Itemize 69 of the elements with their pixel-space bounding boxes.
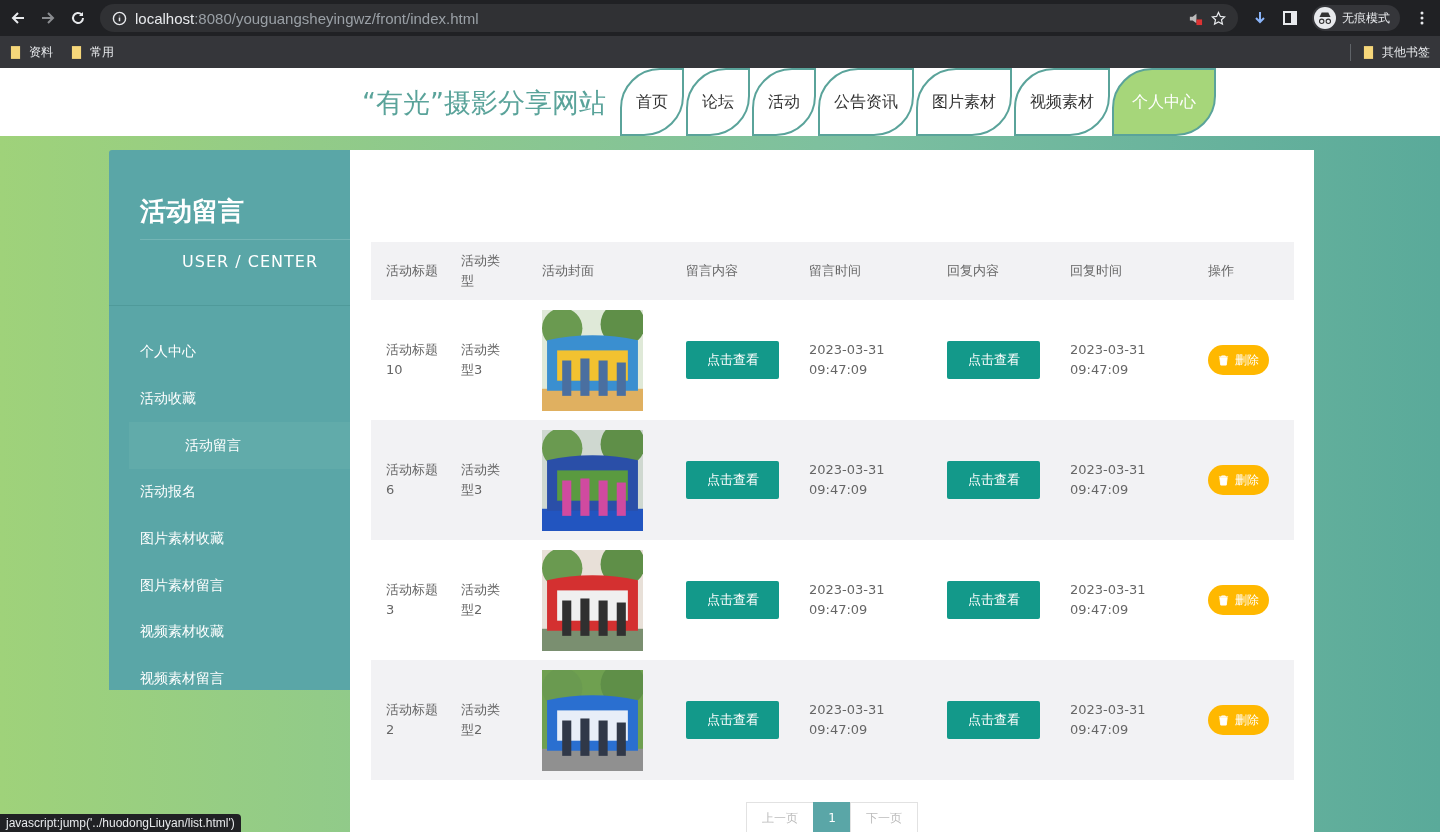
table-cell-text: 活动类型2 <box>460 581 501 619</box>
view-button[interactable]: 点击查看 <box>947 701 1040 739</box>
trash-icon <box>1218 354 1229 366</box>
table-cell-text: 2023-03-31 09:47:09 <box>808 581 886 619</box>
folder-icon <box>71 44 82 60</box>
view-button[interactable]: 点击查看 <box>686 461 779 499</box>
view-button[interactable]: 点击查看 <box>686 701 779 739</box>
address-bar[interactable]: localhost:8080/youguangsheyingwz/front/index.html <box>100 4 1238 32</box>
incognito-icon <box>1314 7 1336 29</box>
column-header: 回复时间 <box>1069 262 1123 280</box>
reload-icon[interactable] <box>70 10 86 26</box>
column-header: 留言时间 <box>808 262 862 280</box>
folder-icon <box>1363 44 1374 60</box>
nav-tab[interactable]: 视频素材 <box>1014 68 1110 136</box>
table-cell-text: 2023-03-31 09:47:09 <box>1069 581 1147 619</box>
column-header: 回复内容 <box>946 262 1000 280</box>
folder-icon <box>10 44 21 60</box>
page-button[interactable]: 1 <box>813 802 851 832</box>
star-icon[interactable] <box>1211 10 1226 26</box>
table-cell-text: 活动标题10 <box>385 341 439 379</box>
url-text: localhost:8080/youguangsheyingwz/front/index.html <box>135 9 479 27</box>
bookmark-folder[interactable]: 资料 <box>10 43 53 61</box>
view-button[interactable]: 点击查看 <box>947 581 1040 619</box>
sidebar-item[interactable]: 视频素材留言 <box>109 655 350 703</box>
bookmark-folder[interactable]: 常用 <box>71 43 114 61</box>
sidebar-item[interactable]: 活动收藏 <box>109 375 350 423</box>
trash-icon <box>1218 474 1229 486</box>
view-button[interactable]: 点击查看 <box>947 461 1040 499</box>
info-icon <box>112 10 127 26</box>
table-cell-text: 2023-03-31 09:47:09 <box>1069 701 1147 739</box>
table-cell-text: 活动标题6 <box>385 461 439 499</box>
table-cell-text: 活动类型3 <box>460 341 501 379</box>
nav-tab[interactable]: 公告资讯 <box>818 68 914 136</box>
trash-icon <box>1218 594 1229 606</box>
table-cell-text: 2023-03-31 09:47:09 <box>808 341 886 379</box>
table-cell-text: 2023-03-31 09:47:09 <box>808 701 886 739</box>
sidebar-item[interactable]: 活动报名 <box>109 469 350 516</box>
forward-icon[interactable] <box>40 10 56 26</box>
side-panel-icon[interactable] <box>1282 10 1298 26</box>
back-icon[interactable] <box>10 10 26 26</box>
nav-tab[interactable]: 活动 <box>752 68 816 136</box>
view-button[interactable]: 点击查看 <box>947 341 1040 379</box>
table-cell-text: 2023-03-31 09:47:09 <box>1069 461 1147 499</box>
column-header: 留言内容 <box>685 262 739 280</box>
column-header: 活动标题 <box>385 262 439 280</box>
download-icon[interactable] <box>1252 10 1268 26</box>
column-header: 活动类型 <box>460 252 501 290</box>
table-cell-text: 活动标题2 <box>385 701 439 739</box>
sidebar-item[interactable]: 视频素材收藏 <box>109 609 350 656</box>
column-header: 活动封面 <box>541 262 595 280</box>
sidebar-item[interactable]: 图片素材留言 <box>109 562 350 610</box>
nav-tab[interactable]: 首页 <box>620 68 684 136</box>
table-cell-text: 活动标题3 <box>385 581 439 619</box>
sidebar-item[interactable]: 图片素材收藏 <box>109 515 350 563</box>
table-cell-text: 2023-03-31 09:47:09 <box>808 461 886 499</box>
trash-icon <box>1218 714 1229 726</box>
site-title: “有光”摄影分享网站 <box>362 86 606 120</box>
table-cell-text: 活动类型3 <box>460 461 501 499</box>
view-button[interactable]: 点击查看 <box>686 581 779 619</box>
nav-tab[interactable]: 图片素材 <box>916 68 1012 136</box>
sidebar-item[interactable]: 活动留言 <box>129 422 350 470</box>
sidebar-item[interactable]: 个人中心 <box>109 329 350 376</box>
table-cell-text: 2023-03-31 09:47:09 <box>1069 341 1147 379</box>
nav-tab[interactable]: 论坛 <box>686 68 750 136</box>
column-header: 操作 <box>1207 262 1235 280</box>
table-cell-text: 活动类型2 <box>460 701 501 739</box>
view-button[interactable]: 点击查看 <box>686 341 779 379</box>
incognito-badge[interactable]: 无痕模式 <box>1312 5 1400 31</box>
bookmark-folder[interactable]: 其他书签 <box>1350 43 1430 61</box>
